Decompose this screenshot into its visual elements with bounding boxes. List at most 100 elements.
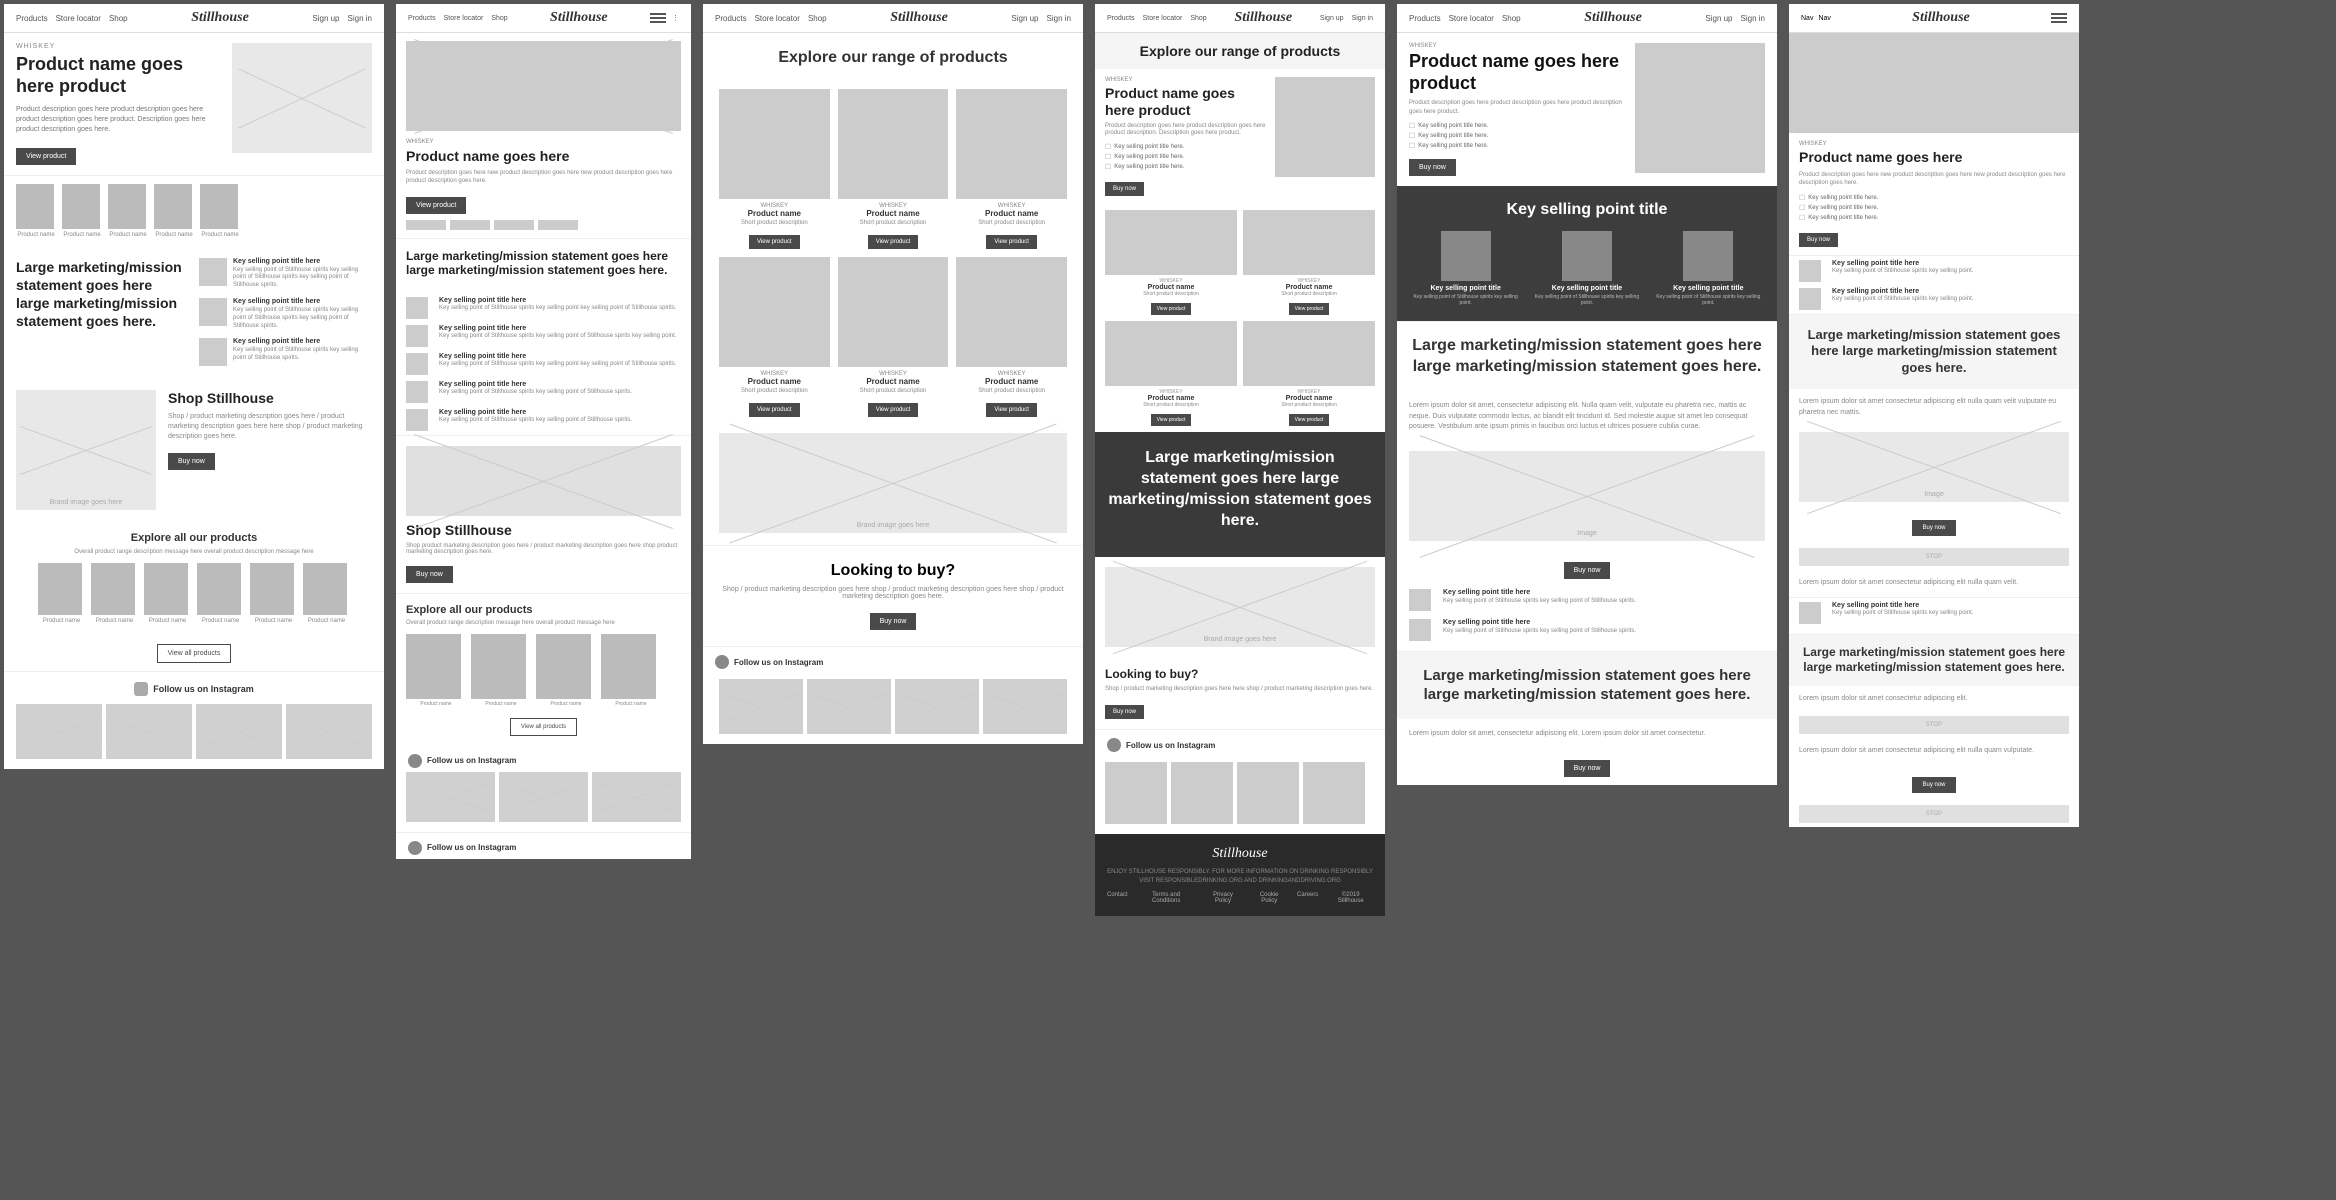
nav-mobile-products[interactable]: Products <box>408 15 436 22</box>
range-insta-2[interactable] <box>1171 762 1233 824</box>
nav-range-shop[interactable]: Shop <box>1190 15 1206 22</box>
product-cta-3[interactable]: View product <box>986 235 1037 249</box>
explore-mobile-item-2[interactable]: Product name <box>471 634 531 707</box>
hero-mobile-cta[interactable]: View product <box>406 197 466 214</box>
nav-logo[interactable]: Stillhouse <box>191 10 249 26</box>
shop-cta-button[interactable]: Buy now <box>168 453 215 470</box>
hamburger-icon[interactable] <box>650 13 666 23</box>
nav-listing-products[interactable]: Products <box>715 14 747 23</box>
nav-signup[interactable]: Sign up <box>312 14 339 23</box>
footer-careers[interactable]: Careers <box>1297 892 1318 904</box>
nav-listing-shop[interactable]: Shop <box>808 14 827 23</box>
range-product-cta-4[interactable]: View product <box>1289 414 1330 426</box>
nav-mobile-store[interactable]: Store locator <box>444 15 484 22</box>
nav-detail-products[interactable]: Products <box>1409 14 1441 23</box>
nav-mp-logo[interactable]: Stillhouse <box>1912 10 1970 26</box>
product-cta-6[interactable]: View product <box>986 403 1037 417</box>
thumb-2[interactable]: Product name <box>62 184 102 238</box>
explore-item-5[interactable]: Product name <box>250 563 298 624</box>
nav-range-logo[interactable]: Stillhouse <box>1234 10 1292 26</box>
mp-cta[interactable]: Buy now <box>1799 233 1838 247</box>
range-insta-3[interactable] <box>1237 762 1299 824</box>
nav-mp-nav2[interactable]: Nav <box>1818 15 1830 22</box>
range-product-cta-2[interactable]: View product <box>1289 303 1330 315</box>
nav-link-store[interactable]: Store locator <box>56 14 101 23</box>
mp-buy-btn[interactable]: Buy now <box>1912 520 1955 536</box>
explore-desc: Overall product range description messag… <box>16 549 372 555</box>
nav-range-store[interactable]: Store locator <box>1143 15 1183 22</box>
listing-insta-1[interactable] <box>719 679 803 734</box>
range-product-cta-3[interactable]: View product <box>1151 414 1192 426</box>
product-cta-1[interactable]: View product <box>749 235 800 249</box>
nav-listing-signin[interactable]: Sign in <box>1047 14 1071 23</box>
instagram-img-2[interactable] <box>106 704 192 759</box>
buy-detail-cta-2[interactable]: Buy now <box>1564 760 1611 777</box>
range-insta-1[interactable] <box>1105 762 1167 824</box>
nav-mp-nav1[interactable]: Nav <box>1801 15 1813 22</box>
range-product-cta-1[interactable]: View product <box>1151 303 1192 315</box>
nav-range-signin[interactable]: Sign in <box>1352 15 1373 22</box>
footer-terms[interactable]: Terms and Conditions <box>1138 892 1195 904</box>
thumb-1[interactable]: Product name <box>16 184 56 238</box>
buy-cta-listing[interactable]: Buy now <box>870 613 917 630</box>
mobile-point-desc-2: Key selling point of Stillhouse spirits … <box>439 333 676 341</box>
dark-selling-desc-3: Key selling point of Stillhouse spirits … <box>1652 294 1765 307</box>
nav-mobile-logo[interactable]: Stillhouse <box>550 10 608 26</box>
nav-range-signup[interactable]: Sign up <box>1320 15 1344 22</box>
explore-mobile-view-all-btn[interactable]: View all products <box>510 718 577 736</box>
footer-privacy[interactable]: Privacy Policy <box>1205 892 1242 904</box>
nav-mobile-shop[interactable]: Shop <box>491 15 507 22</box>
nav-detail-shop[interactable]: Shop <box>1502 14 1521 23</box>
nav-link-products[interactable]: Products <box>16 14 48 23</box>
explore-mobile-item-3[interactable]: Product name <box>536 634 596 707</box>
instagram-img-3[interactable] <box>196 704 282 759</box>
nav-signin[interactable]: Sign in <box>348 14 372 23</box>
explore-item-4[interactable]: Product name <box>197 563 245 624</box>
product-cta-2[interactable]: View product <box>868 235 919 249</box>
nav-detail-store[interactable]: Store locator <box>1449 14 1494 23</box>
range-insta-4[interactable] <box>1303 762 1365 824</box>
nav-mobile-icon[interactable]: ⋮ <box>672 14 679 22</box>
nav-range-products[interactable]: Products <box>1107 15 1135 22</box>
thumb-3[interactable]: Product name <box>108 184 148 238</box>
listing-insta-2[interactable] <box>807 679 891 734</box>
nav-listing-logo[interactable]: Stillhouse <box>890 10 948 26</box>
explore-item-6[interactable]: Product name <box>303 563 351 624</box>
hamburger-mp-icon[interactable] <box>2051 13 2067 23</box>
nav-links[interactable]: Products Store locator Shop <box>16 14 128 23</box>
mp-buy-final-btn[interactable]: Buy now <box>1912 777 1955 793</box>
nav-detail-signup[interactable]: Sign up <box>1705 14 1732 23</box>
nav-listing-store[interactable]: Store locator <box>755 14 800 23</box>
mp-buy-final: Buy now <box>1789 765 2079 801</box>
nav-detail: Products Store locator Shop Stillhouse S… <box>1397 4 1777 33</box>
listing-insta-4[interactable] <box>983 679 1067 734</box>
thumb-5[interactable]: Product name <box>200 184 240 238</box>
instagram-mobile-img-3[interactable] <box>592 772 681 822</box>
thumb-4[interactable]: Product name <box>154 184 194 238</box>
product-cta-4[interactable]: View product <box>749 403 800 417</box>
view-all-button[interactable]: View all products <box>157 644 232 663</box>
footer-cookie[interactable]: Cookie Policy <box>1251 892 1287 904</box>
shop-mobile-cta[interactable]: Buy now <box>406 566 453 583</box>
hero-cta-button[interactable]: View product <box>16 148 76 165</box>
explore-item-3[interactable]: Product name <box>144 563 192 624</box>
instagram-mobile-img-1[interactable] <box>406 772 495 822</box>
detail-cta[interactable]: Buy now <box>1409 159 1456 176</box>
explore-item-1[interactable]: Product name <box>38 563 86 624</box>
instagram-img-1[interactable] <box>16 704 102 759</box>
explore-mobile-item-1[interactable]: Product name <box>406 634 466 707</box>
explore-item-2[interactable]: Product name <box>91 563 139 624</box>
footer-contact[interactable]: Contact <box>1107 892 1128 904</box>
listing-insta-3[interactable] <box>895 679 979 734</box>
nav-detail-logo[interactable]: Stillhouse <box>1584 10 1642 26</box>
explore-mobile-item-4[interactable]: Product name <box>601 634 661 707</box>
nav-listing-signup[interactable]: Sign up <box>1011 14 1038 23</box>
instagram-mobile-img-2[interactable] <box>499 772 588 822</box>
nav-link-shop[interactable]: Shop <box>109 14 128 23</box>
range-hero-cta[interactable]: Buy now <box>1105 182 1144 196</box>
instagram-img-4[interactable] <box>286 704 372 759</box>
buy-detail-cta[interactable]: Buy now <box>1564 562 1611 579</box>
nav-detail-signin[interactable]: Sign in <box>1741 14 1765 23</box>
buy-range-cta[interactable]: Buy now <box>1105 705 1144 719</box>
product-cta-5[interactable]: View product <box>868 403 919 417</box>
